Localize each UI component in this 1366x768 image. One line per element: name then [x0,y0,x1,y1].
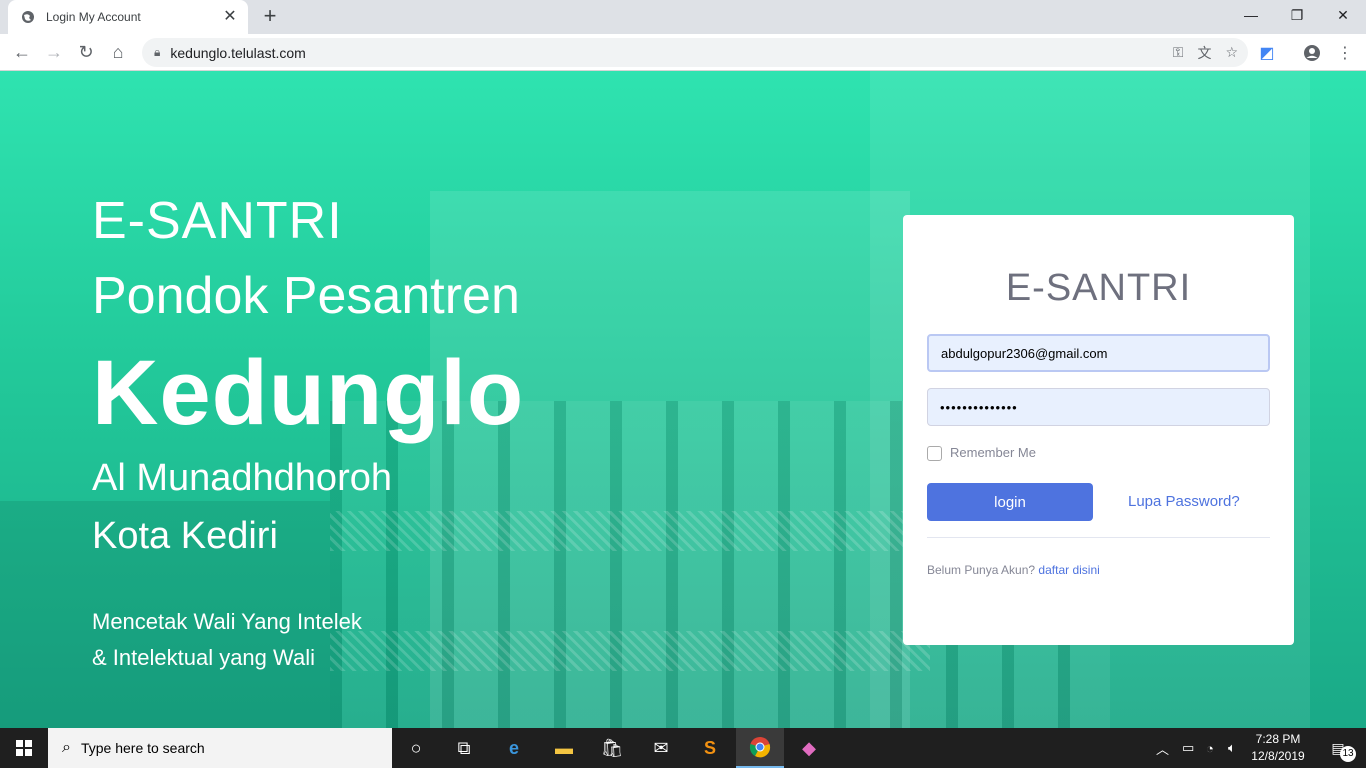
cortana-icon[interactable]: ○ [392,728,440,768]
search-icon: ⌕ [62,739,71,756]
minimize-icon[interactable]: — [1228,0,1274,30]
file-explorer-icon[interactable]: ▬ [540,728,588,768]
password-field[interactable]: •••••••••••••• [927,388,1270,426]
volume-icon[interactable]: 🔈︎ [1228,728,1236,768]
extension-icon[interactable]: ◩ [1256,42,1278,64]
notification-badge: 13 [1340,746,1356,762]
login-button[interactable]: login [927,483,1093,521]
reload-icon[interactable]: ↻ [72,38,100,66]
taskbar-search[interactable]: ⌕ Type here to search [48,728,392,768]
lock-icon: 🔒︎ [154,45,161,59]
store-icon[interactable]: 🛍︎ [588,728,636,768]
hero-line-3: Kedunglo [92,342,525,444]
remember-me[interactable]: Remember Me [927,444,1036,461]
star-icon[interactable]: ☆ [1225,44,1238,61]
browser-toolbar: ← → ↻ ⌂ 🔒︎ kedunglo.telulast.com ⚿ 文 ☆ ◩… [0,34,1366,71]
hero-line-4: Al Munadhdhoroh [92,457,392,499]
remember-checkbox[interactable] [927,446,942,461]
chrome-icon[interactable] [736,728,784,768]
register-row: Belum Punya Akun? daftar disini [927,563,1100,577]
tab-title: Login My Account [46,10,141,24]
plus-icon[interactable]: + [258,5,282,29]
hero-line-1: E-SANTRI [92,192,343,250]
balcony-railing [330,511,930,551]
maximize-icon[interactable]: ❐ [1274,0,1320,30]
close-window-icon[interactable]: ✕ [1320,0,1366,30]
notification-icon[interactable]: ▤ 13 [1318,728,1358,768]
login-page: E-SANTRI Pondok Pesantren Kedunglo Al Mu… [0,71,1366,728]
hero-line-5: Kota Kediri [92,515,278,557]
battery-icon[interactable]: ▭ [1182,728,1194,768]
globe-icon [20,9,36,25]
hero-line-2: Pondok Pesantren [92,267,520,325]
clock-date: 12/8/2019 [1251,749,1305,763]
tagline-1: Mencetak Wali Yang Intelek [92,609,362,634]
menu-icon[interactable]: ⋮ [1334,42,1356,64]
mail-icon[interactable]: ✉ [637,728,685,768]
home-icon[interactable]: ⌂ [104,38,132,66]
key-icon[interactable]: ⚿ [1173,44,1184,61]
system-clock[interactable]: 7:28 PM 12/8/2019 [1248,731,1308,765]
balcony-railing [330,631,930,671]
forgot-password-link[interactable]: Lupa Password? [1128,493,1240,510]
login-card: E-SANTRI abdulgopur2306@gmail.com ••••••… [903,215,1294,645]
chevron-up-icon[interactable]: ︿ [1156,728,1169,768]
url-text: kedunglo.telulast.com [170,44,306,61]
divider [927,537,1270,538]
wifi-icon[interactable]: ◔ [1206,728,1214,768]
back-icon[interactable]: ← [8,38,36,66]
email-field[interactable]: abdulgopur2306@gmail.com [927,334,1270,372]
register-link[interactable]: daftar disini [1038,563,1099,577]
app-icon[interactable]: ◆ [785,728,833,768]
tab-strip: Login My Account ✕ + — ❐ ✕ [0,0,1366,34]
task-view-icon[interactable]: ⧉ [440,728,488,768]
edge-icon[interactable]: e [490,728,538,768]
browser-tab[interactable]: Login My Account ✕ [8,0,248,34]
address-bar[interactable]: 🔒︎ kedunglo.telulast.com ⚿ 文 ☆ [142,38,1248,67]
windows-taskbar: ⌕ Type here to search ○ ⧉ e ▬ 🛍︎ ✉ S ◆ ︿… [0,728,1366,768]
register-prompt: Belum Punya Akun? [927,563,1036,577]
remember-label: Remember Me [950,445,1036,460]
login-title: E-SANTRI [1005,267,1192,309]
search-placeholder: Type here to search [80,740,205,756]
profile-icon[interactable] [1301,42,1323,64]
sublime-text-icon[interactable]: S [686,728,734,768]
translate-icon[interactable]: 文 [1197,43,1211,63]
clock-time: 7:28 PM [1255,732,1301,746]
windows-start-icon[interactable] [0,728,48,768]
close-icon[interactable]: ✕ [222,9,238,25]
forward-icon[interactable]: → [40,38,68,66]
tagline-2: & Intelektual yang Wali [92,645,315,670]
